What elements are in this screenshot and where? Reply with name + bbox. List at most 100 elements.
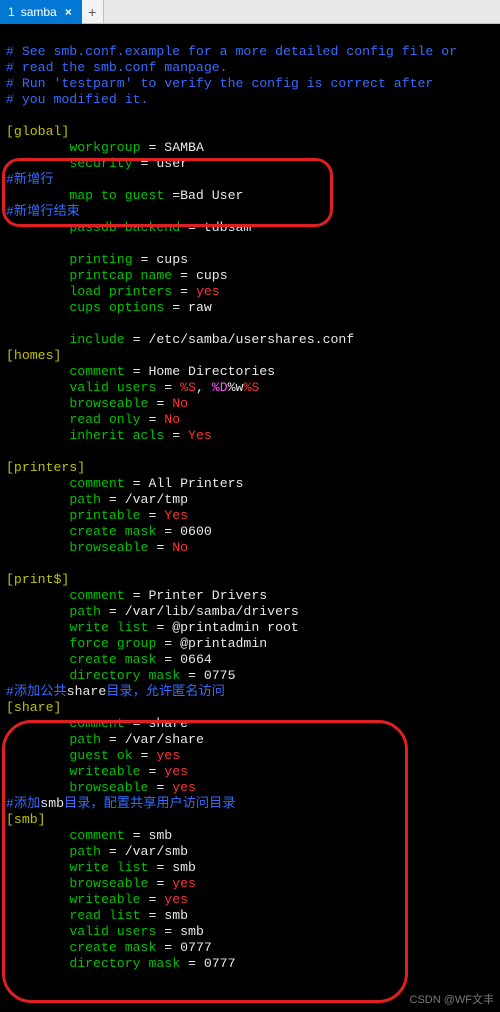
value: 0777: [180, 940, 212, 955]
key: load printers: [69, 284, 172, 299]
value: %w: [228, 380, 244, 395]
key: path: [69, 844, 101, 859]
value: smb: [172, 860, 196, 875]
eq: =: [156, 652, 180, 667]
eq: =: [141, 140, 165, 155]
value: share: [148, 716, 188, 731]
value: %S: [243, 380, 259, 395]
value: user: [156, 156, 188, 171]
key: comment: [69, 588, 124, 603]
comment-smb: #添加smb目录，配置共享用户访问目录: [6, 796, 235, 811]
eq: =: [148, 860, 172, 875]
section-global: [global]: [6, 124, 69, 139]
tab-title: samba: [21, 4, 57, 20]
value: 0777: [204, 956, 236, 971]
key: comment: [69, 716, 124, 731]
eq: =: [172, 284, 196, 299]
key: create mask: [69, 524, 156, 539]
eq: =: [101, 844, 125, 859]
value: yes: [156, 748, 180, 763]
comment-line: # See smb.conf.example for a more detail…: [6, 44, 457, 59]
close-icon[interactable]: ×: [63, 4, 74, 20]
key: browseable: [69, 396, 148, 411]
key: map to guest: [69, 188, 164, 203]
value: @printadmin: [180, 636, 267, 651]
eq-tight: =: [164, 188, 180, 203]
eq: =: [156, 524, 180, 539]
value: Yes: [188, 428, 212, 443]
value: cups: [196, 268, 228, 283]
key: printcap name: [69, 268, 172, 283]
value: @printadmin root: [172, 620, 299, 635]
eq: =: [141, 908, 165, 923]
key: guest ok: [69, 748, 132, 763]
tab-index: 1: [8, 4, 15, 20]
section-share: [share]: [6, 700, 61, 715]
comment-line: # read the smb.conf manpage.: [6, 60, 228, 75]
key: directory mask: [69, 668, 180, 683]
eq: =: [164, 300, 188, 315]
value: smb: [148, 828, 172, 843]
value: Home Directories: [148, 364, 275, 379]
eq: =: [125, 716, 149, 731]
eq: =: [164, 428, 188, 443]
comment-line: # Run 'testparm' to verify the config is…: [6, 76, 433, 91]
editor-viewport[interactable]: # See smb.conf.example for a more detail…: [0, 24, 500, 980]
key: include: [69, 332, 124, 347]
eq: =: [101, 732, 125, 747]
eq: =: [125, 828, 149, 843]
value: cups: [156, 252, 188, 267]
value: Yes: [164, 508, 188, 523]
value: tdbsam: [204, 220, 251, 235]
eq: =: [148, 876, 172, 891]
eq: =: [125, 476, 149, 491]
value: Printer Drivers: [148, 588, 267, 603]
key: browseable: [69, 540, 148, 555]
eq: =: [133, 252, 157, 267]
key: path: [69, 492, 101, 507]
key: read only: [69, 412, 140, 427]
comment-new-line-end: #新增行结束: [6, 204, 80, 219]
value: /var/tmp: [125, 492, 188, 507]
key: create mask: [69, 652, 156, 667]
key: valid users: [69, 924, 156, 939]
key: comment: [69, 476, 124, 491]
eq: =: [156, 380, 180, 395]
tab-active[interactable]: 1 samba ×: [0, 0, 82, 24]
section-printers: [printers]: [6, 460, 85, 475]
section-homes: [homes]: [6, 348, 61, 363]
value: No: [172, 396, 188, 411]
sep: ,: [196, 380, 212, 395]
key: force group: [69, 636, 156, 651]
value: %D: [212, 380, 228, 395]
eq: =: [141, 412, 165, 427]
key: writeable: [69, 892, 140, 907]
key: valid users: [69, 380, 156, 395]
eq: =: [141, 508, 165, 523]
value: %S: [180, 380, 196, 395]
key: cups options: [69, 300, 164, 315]
key: writeable: [69, 764, 140, 779]
value: 0775: [204, 668, 236, 683]
value: yes: [164, 764, 188, 779]
section-print-dollar: [print$]: [6, 572, 69, 587]
key: comment: [69, 828, 124, 843]
value: smb: [164, 908, 188, 923]
eq: =: [180, 668, 204, 683]
eq: =: [125, 364, 149, 379]
eq: =: [180, 956, 204, 971]
comment-share: #添加公共share目录，允许匿名访问: [6, 684, 225, 699]
new-tab-button[interactable]: +: [82, 0, 104, 23]
eq: =: [156, 924, 180, 939]
key: comment: [69, 364, 124, 379]
eq: =: [180, 220, 204, 235]
key: browseable: [69, 876, 148, 891]
value: yes: [196, 284, 220, 299]
value: No: [172, 540, 188, 555]
key: create mask: [69, 940, 156, 955]
eq: =: [148, 540, 172, 555]
key: printing: [69, 252, 132, 267]
value: No: [164, 412, 180, 427]
key: path: [69, 604, 101, 619]
eq: =: [148, 780, 172, 795]
